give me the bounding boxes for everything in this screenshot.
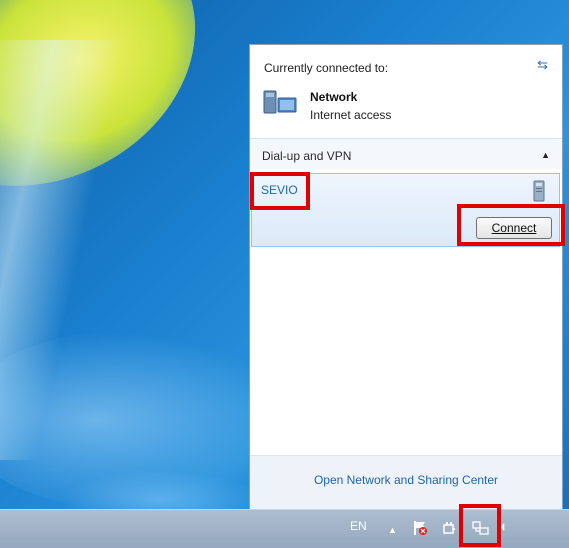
vpn-connection-icon xyxy=(533,180,545,202)
highlight-box-vpn-name xyxy=(250,172,310,210)
network-flyout: Currently connected to: ⇆ Network Intern… xyxy=(249,44,563,509)
network-icon xyxy=(263,90,297,114)
highlight-box-network-tray xyxy=(459,504,501,547)
dialup-section-label: Dial-up and VPN xyxy=(262,149,352,163)
power-icon[interactable] xyxy=(441,520,457,536)
show-hidden-icons-icon[interactable]: ▲ xyxy=(388,523,397,537)
flyout-footer: Open Network and Sharing Center xyxy=(250,455,562,509)
chevron-up-icon[interactable]: ▲ xyxy=(541,150,550,160)
dialup-section-header[interactable]: Dial-up and VPN ▲ xyxy=(250,139,562,169)
language-indicator[interactable]: EN xyxy=(350,519,367,533)
currently-connected-label: Currently connected to: xyxy=(264,61,389,75)
highlight-box-connect xyxy=(457,204,565,246)
refresh-icon[interactable]: ⇆ xyxy=(537,57,548,73)
network-status: Internet access xyxy=(310,108,392,122)
volume-icon[interactable]: 🔈︎ xyxy=(500,519,508,533)
open-network-sharing-center-link[interactable]: Open Network and Sharing Center xyxy=(250,473,562,487)
network-name: Network xyxy=(310,90,358,104)
action-center-icon[interactable] xyxy=(412,520,428,536)
